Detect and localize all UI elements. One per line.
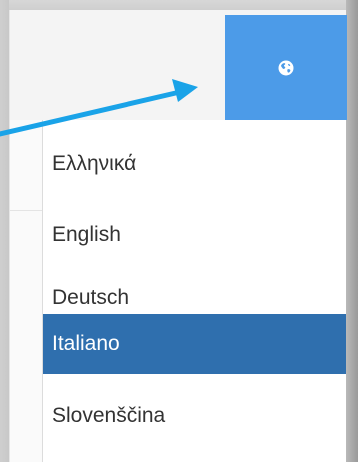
language-dropdown-menu: Ελληνικά English Deutsch Italiano Sloven… <box>42 120 346 462</box>
frame-top-border <box>0 0 358 10</box>
language-option-label: Ελληνικά <box>52 152 137 175</box>
language-option-italian[interactable]: Italiano <box>43 314 346 374</box>
frame-right-border <box>346 0 358 462</box>
language-option-greek[interactable]: Ελληνικά <box>43 134 346 194</box>
language-option-english[interactable]: English <box>43 205 346 265</box>
frame-left-border <box>0 0 9 462</box>
language-selector-button[interactable] <box>225 15 347 120</box>
page-left-area <box>10 120 42 462</box>
language-option-label: Deutsch <box>52 286 130 309</box>
screenshot-stage: Ελληνικά English Deutsch Italiano Sloven… <box>0 0 358 462</box>
page-left-divider <box>10 210 42 211</box>
globe-icon <box>278 60 294 75</box>
language-option-label: English <box>52 223 121 246</box>
language-option-slovenian[interactable]: Slovenščina <box>43 386 346 446</box>
language-option-label: Italiano <box>52 332 120 355</box>
language-option-label: Slovenščina <box>52 404 166 427</box>
